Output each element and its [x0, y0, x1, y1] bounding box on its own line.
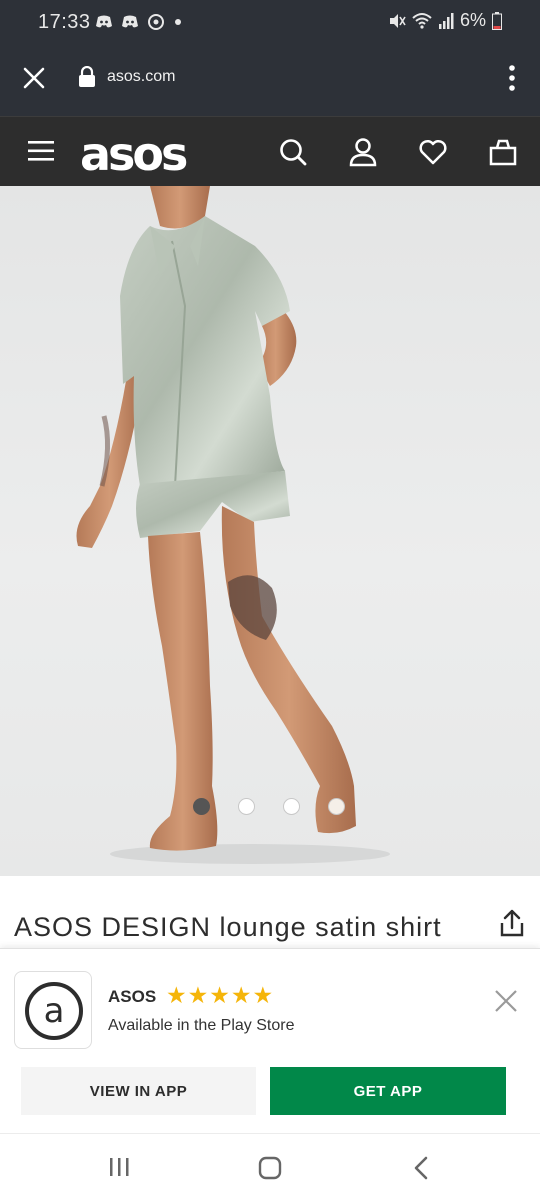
- recent-apps-icon[interactable]: [108, 1156, 130, 1178]
- notification-icons: [95, 13, 183, 31]
- mute-icon: [389, 13, 406, 28]
- discord-icon: [122, 15, 138, 28]
- store-availability: Available in the Play Store: [108, 1017, 295, 1034]
- asos-a-icon: a: [25, 982, 83, 1040]
- lock-icon: [79, 66, 95, 87]
- status-time: 17:33: [38, 11, 91, 33]
- app-name: ASOS: [108, 987, 157, 1006]
- discord-icon: [96, 15, 112, 28]
- product-photo: [76, 186, 390, 864]
- carousel-dot[interactable]: [193, 798, 210, 815]
- carousel-dot[interactable]: [238, 798, 255, 815]
- close-icon[interactable]: [22, 66, 46, 90]
- battery-icon: [492, 11, 502, 30]
- sync-icon: [148, 14, 164, 30]
- product-title: ASOS DESIGN lounge satin shirt: [14, 912, 442, 942]
- carousel-dot[interactable]: [328, 798, 345, 815]
- image-carousel-dots: [0, 798, 540, 818]
- system-icons: 6%: [388, 10, 502, 31]
- android-nav-bar: [0, 1133, 540, 1200]
- carousel-dot[interactable]: [283, 798, 300, 815]
- banner-close-icon[interactable]: [494, 989, 518, 1013]
- app-install-banner: a ASOS ★★★★★ Available in the Play Store…: [0, 948, 540, 1133]
- get-app-button[interactable]: GET APP: [270, 1067, 506, 1115]
- home-icon[interactable]: [258, 1156, 282, 1180]
- share-icon[interactable]: [498, 908, 526, 938]
- kebab-menu-icon[interactable]: [508, 64, 516, 92]
- url-text[interactable]: asos.com: [107, 68, 175, 86]
- asos-app-logo: a: [14, 971, 92, 1049]
- battery-percent: 6%: [459, 10, 486, 30]
- wishlist-heart-icon[interactable]: [418, 137, 448, 167]
- hamburger-menu-icon[interactable]: [28, 141, 54, 161]
- browser-url-bar: asos.com: [0, 44, 540, 116]
- bag-icon[interactable]: [488, 137, 518, 167]
- view-in-app-button[interactable]: VIEW IN APP: [21, 1067, 256, 1115]
- site-header: asos: [0, 116, 540, 186]
- signal-icon: [438, 12, 454, 29]
- search-icon[interactable]: [278, 137, 308, 167]
- rating-stars: ★★★★★: [166, 982, 275, 1008]
- asos-logo[interactable]: asos: [80, 127, 188, 181]
- back-icon[interactable]: [412, 1156, 430, 1180]
- product-image[interactable]: [0, 186, 540, 876]
- wifi-icon: [412, 12, 432, 29]
- dot-icon: [175, 19, 181, 25]
- svg-text:a: a: [44, 991, 65, 1031]
- status-bar: 17:33 6%: [0, 0, 540, 44]
- account-icon[interactable]: [348, 137, 378, 167]
